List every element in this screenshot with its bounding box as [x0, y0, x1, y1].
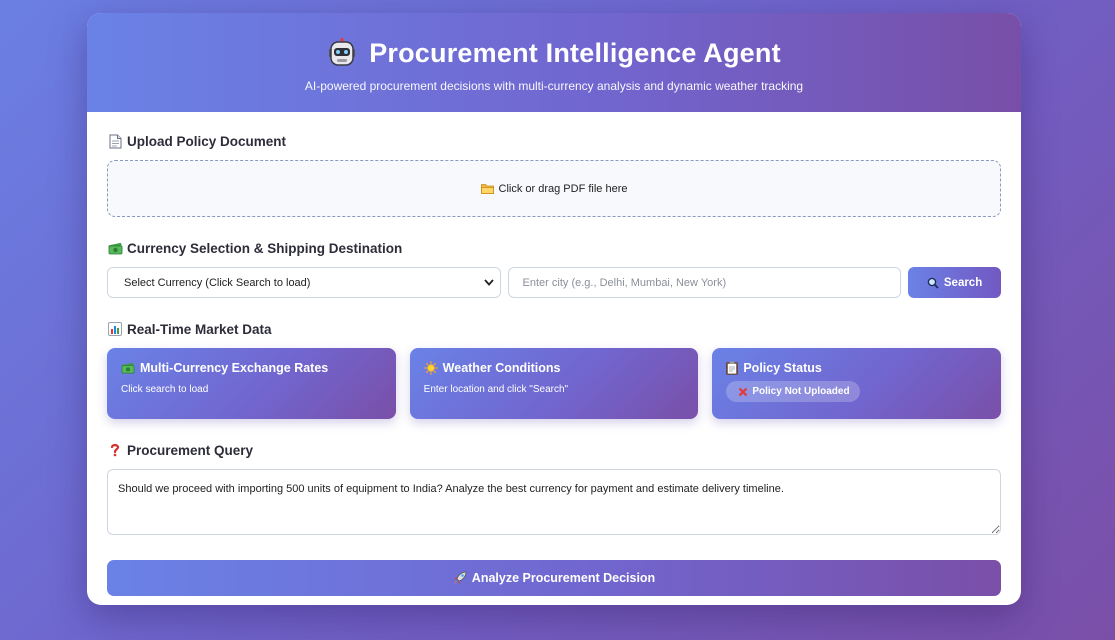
procurement-query-textarea[interactable]: Should we proceed with importing 500 uni… — [107, 469, 1001, 535]
chevron-down-icon — [483, 277, 494, 289]
weather-card: Weather Conditions Enter location and cl… — [409, 348, 699, 419]
policy-status-title-text: Policy Status — [743, 361, 822, 375]
analyze-button[interactable]: Analyze Procurement Decision — [107, 560, 1001, 596]
robot-icon — [327, 38, 357, 68]
exchange-rates-title-text: Multi-Currency Exchange Rates — [140, 361, 329, 375]
clipboard-icon — [726, 361, 739, 375]
policy-status-title: Policy Status — [726, 361, 987, 375]
search-button-label: Search — [943, 276, 983, 289]
city-input[interactable] — [507, 267, 902, 298]
document-icon — [107, 133, 123, 149]
header: Procurement Intelligence Agent AI-powere… — [87, 13, 1021, 112]
weather-title: Weather Conditions — [424, 361, 685, 375]
main-card: Procurement Intelligence Agent AI-powere… — [87, 13, 1021, 605]
content: Upload Policy Document Click or drag PDF… — [87, 112, 1021, 596]
page-subtitle: AI-powered procurement decisions with mu… — [304, 79, 804, 93]
currency-row: Select Currency (Click Search to load) S… — [107, 267, 1001, 298]
search-icon — [927, 277, 939, 289]
market-section-label: Real-Time Market Data — [107, 320, 1001, 338]
weather-title-text: Weather Conditions — [442, 361, 561, 375]
upload-label-text: Upload Policy Document — [127, 133, 287, 149]
title-row: Procurement Intelligence Agent — [87, 13, 1021, 69]
question-icon — [107, 442, 123, 458]
exchange-rates-card: Multi-Currency Exchange Rates Click sear… — [107, 348, 396, 419]
query-section-label: Procurement Query — [107, 441, 1001, 459]
bar-chart-icon — [107, 321, 123, 337]
search-button[interactable]: Search — [908, 267, 1001, 298]
pdf-dropzone[interactable]: Click or drag PDF file here — [107, 160, 1001, 217]
exchange-rates-title: Multi-Currency Exchange Rates — [121, 361, 382, 375]
policy-status-card: Policy Status Policy Not Uploaded — [712, 348, 1002, 419]
exchange-rates-text: Click search to load — [121, 384, 209, 395]
market-cards: Multi-Currency Exchange Rates Click sear… — [107, 348, 1002, 419]
dropzone-text: Click or drag PDF file here — [498, 182, 628, 195]
status-badge: Policy Not Uploaded — [726, 381, 860, 402]
weather-text: Enter location and click "Search" — [423, 384, 569, 395]
money-icon — [121, 362, 135, 374]
upload-section-label: Upload Policy Document — [107, 132, 1001, 150]
currency-section-label: Currency Selection & Shipping Destinatio… — [107, 239, 1001, 257]
analyze-button-label: Analyze Procurement Decision — [471, 571, 656, 585]
currency-select[interactable]: Select Currency (Click Search to load) — [107, 267, 501, 298]
page-title: Procurement Intelligence Agent — [369, 37, 781, 68]
folder-icon — [480, 183, 494, 194]
status-badge-text: Policy Not Uploaded — [752, 386, 850, 397]
currency-select-value: Select Currency (Click Search to load) — [124, 276, 311, 289]
market-label-text: Real-Time Market Data — [127, 321, 272, 337]
rocket-icon — [453, 571, 467, 585]
money-icon — [107, 240, 123, 256]
sun-icon — [424, 361, 438, 375]
currency-label-text: Currency Selection & Shipping Destinatio… — [127, 240, 403, 256]
cross-icon — [738, 387, 748, 397]
query-label-text: Procurement Query — [127, 442, 254, 458]
